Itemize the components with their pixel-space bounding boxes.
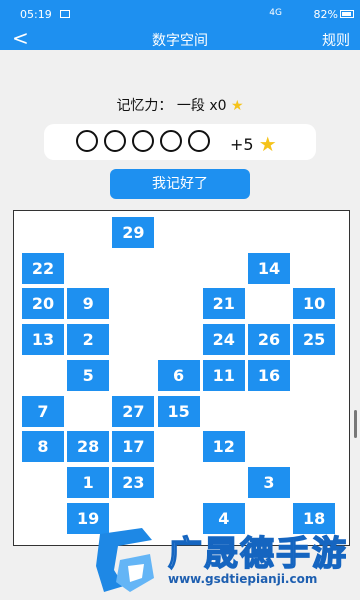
- number-tile[interactable]: 6: [157, 359, 200, 391]
- page-title: 数字空间: [152, 33, 208, 49]
- number-tile[interactable]: 28: [67, 431, 110, 463]
- watermark-title: 广晟德手游: [167, 533, 348, 575]
- number-tile[interactable]: 5: [67, 359, 110, 391]
- number-tile[interactable]: 12: [202, 431, 245, 463]
- image-notification-icon: [60, 10, 70, 18]
- number-tile[interactable]: 20: [22, 288, 64, 320]
- bonus-label: +5: [230, 135, 254, 154]
- number-tile[interactable]: 2: [67, 324, 110, 356]
- number-board: 29 22 14 20 9 21 10 13 2 24 26 25 5 6 11 16 7 27 15 8 28 17 12…: [13, 210, 350, 546]
- number-tile[interactable]: 26: [248, 324, 290, 356]
- memory-value: 一段 x0: [176, 98, 227, 114]
- number-tile[interactable]: 23: [112, 466, 155, 498]
- number-tile[interactable]: 14: [248, 252, 290, 284]
- number-tile[interactable]: 1: [67, 466, 110, 498]
- star-icon: ★: [258, 132, 277, 156]
- answer-slot[interactable]: [132, 130, 154, 152]
- memory-label: 记忆力：: [116, 98, 173, 114]
- number-tile[interactable]: 21: [202, 288, 245, 320]
- number-tile[interactable]: 29: [112, 217, 155, 248]
- watermark-logo-icon: [96, 528, 154, 592]
- status-bar: 05:19 4G 82%: [0, 0, 360, 28]
- number-tile[interactable]: 3: [248, 466, 290, 498]
- number-tile[interactable]: 16: [248, 359, 290, 391]
- number-tile[interactable]: 24: [202, 324, 245, 356]
- number-tile[interactable]: 25: [293, 324, 336, 356]
- watermark: 广晟德手游 www.gsdtiepianji.com: [0, 520, 360, 600]
- scrollbar[interactable]: [354, 410, 357, 438]
- status-time: 05:19: [20, 8, 52, 21]
- nav-bar: < 数字空间 规则: [0, 26, 360, 50]
- battery-percent: 82%: [313, 8, 338, 21]
- answer-slots: [76, 130, 216, 156]
- number-tile[interactable]: 17: [112, 431, 155, 463]
- number-tile[interactable]: 7: [22, 395, 64, 427]
- memorized-button[interactable]: 我记好了: [110, 169, 250, 199]
- number-tile[interactable]: 9: [67, 288, 110, 320]
- signal-label: 4G: [269, 8, 282, 18]
- star-icon: ★: [231, 98, 244, 114]
- number-tile[interactable]: 10: [293, 288, 336, 320]
- answer-slot[interactable]: [76, 130, 98, 152]
- answer-slot[interactable]: [188, 130, 210, 152]
- answer-slot[interactable]: [104, 130, 126, 152]
- number-tile[interactable]: 8: [22, 431, 64, 463]
- number-tile[interactable]: 27: [112, 395, 155, 427]
- memory-level: 记忆力： 一段 x0 ★: [0, 95, 360, 115]
- bonus: +5 ★: [230, 131, 277, 156]
- answer-slot[interactable]: [160, 130, 182, 152]
- number-tile[interactable]: 11: [202, 359, 245, 391]
- number-tile[interactable]: 15: [157, 395, 200, 427]
- battery-icon: [340, 10, 354, 18]
- answer-card: +5 ★: [44, 124, 316, 160]
- watermark-url: www.gsdtiepianji.com: [168, 572, 318, 586]
- number-tile[interactable]: 22: [22, 252, 64, 284]
- number-tile[interactable]: 13: [22, 324, 64, 356]
- rules-button[interactable]: 规则: [322, 30, 350, 50]
